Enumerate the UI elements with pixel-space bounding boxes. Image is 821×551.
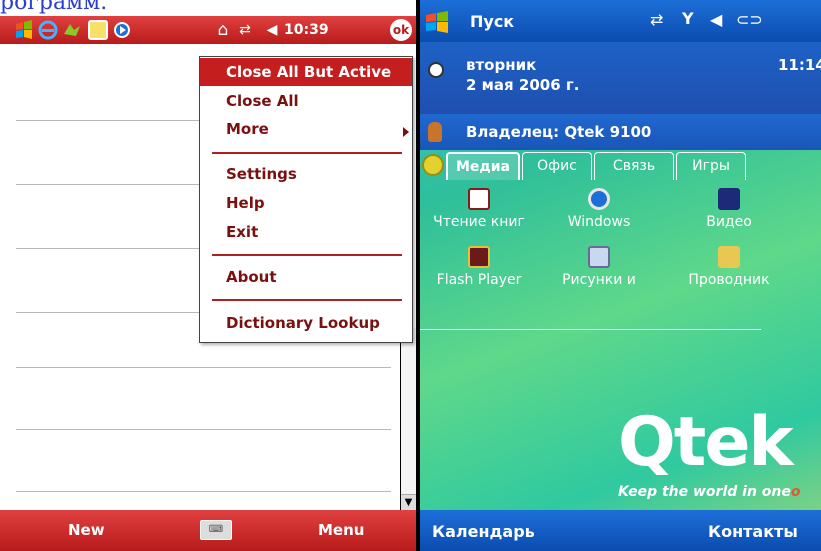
- ok-button[interactable]: ok: [390, 19, 412, 41]
- app-label: Windows: [567, 214, 631, 230]
- gear-icon: [422, 154, 444, 176]
- brand-slogan: Keep the world in oneo: [618, 484, 801, 500]
- notes-icon[interactable]: [88, 20, 108, 40]
- app-video[interactable]: Видео: [674, 188, 784, 230]
- app-label: Чтение книг: [433, 214, 525, 230]
- volume-icon[interactable]: ◀: [710, 10, 722, 29]
- owner-icon: [428, 122, 442, 142]
- program-tabs: Медиа Офис Связь Игры: [420, 150, 821, 330]
- note-line: [16, 429, 391, 430]
- vertical-scrollbar[interactable]: ▼: [400, 328, 416, 510]
- owner-row[interactable]: Владелец: Qtek 9100: [420, 114, 821, 150]
- keyboard-icon[interactable]: ⌨: [200, 520, 232, 540]
- explorer-folder-icon: [718, 246, 740, 268]
- battery-icon[interactable]: ⊂⊃: [736, 10, 763, 29]
- calendar-button[interactable]: Календарь: [432, 522, 535, 541]
- app-windows-media[interactable]: Windows: [544, 188, 654, 230]
- menu-separator: [212, 299, 402, 301]
- menu-item-close-all-but-active[interactable]: Close All But Active: [200, 58, 412, 86]
- app-explorer[interactable]: Проводник: [674, 246, 784, 288]
- app-label: Рисунки и: [562, 272, 636, 288]
- menu-separator: [212, 152, 402, 154]
- tab-media[interactable]: Медиа: [446, 152, 520, 180]
- app-pictures[interactable]: Рисунки и: [544, 246, 654, 288]
- right-softkey-bar: Календарь Контакты: [420, 510, 821, 551]
- left-status-bar: ⌂ ⇄ ◀ 10:39 ok: [0, 16, 416, 44]
- mail-icon[interactable]: [62, 20, 82, 40]
- menu-item-dictionary-lookup[interactable]: Dictionary Lookup: [226, 314, 380, 332]
- tab-office[interactable]: Офис: [522, 152, 592, 180]
- signal-icon[interactable]: Y: [682, 9, 694, 28]
- contacts-button[interactable]: Контакты: [708, 522, 798, 541]
- media-player-icon[interactable]: [112, 20, 132, 40]
- windows-media-icon: [588, 188, 610, 210]
- menu-button[interactable]: Menu: [318, 521, 364, 539]
- scroll-down-arrow-icon[interactable]: ▼: [401, 494, 416, 510]
- book-reader-icon: [468, 188, 490, 210]
- start-menu-label[interactable]: Пуск: [470, 12, 514, 31]
- menu-item-help[interactable]: Help: [226, 194, 265, 212]
- weekday-text: вторник: [466, 56, 537, 74]
- sync-icon[interactable]: ⇄: [650, 10, 663, 29]
- menu-item-about[interactable]: About: [226, 268, 277, 286]
- menu-item-settings[interactable]: Settings: [226, 165, 297, 183]
- status-time[interactable]: 10:39: [284, 22, 329, 38]
- app-label: Проводник: [688, 272, 770, 288]
- new-button[interactable]: New: [68, 521, 105, 539]
- date-text: 2 мая 2006 г.: [466, 76, 580, 94]
- tab-underline: [420, 329, 761, 330]
- menu-item-close-all[interactable]: Close All: [226, 92, 299, 110]
- note-line: [16, 367, 391, 368]
- home-icon[interactable]: ⌂: [213, 20, 233, 40]
- windows-start-icon[interactable]: [14, 20, 34, 40]
- app-flash-player[interactable]: Flash Player: [424, 246, 534, 288]
- page-caption: рограмм.: [0, 0, 108, 15]
- video-icon: [718, 188, 740, 210]
- today-date-row[interactable]: вторник 2 мая 2006 г. 11:14: [420, 42, 821, 114]
- owner-text: Владелец: Qtek 9100: [466, 123, 652, 141]
- clock-icon: [428, 62, 444, 78]
- app-label: Видео: [706, 214, 752, 230]
- internet-explorer-icon[interactable]: [38, 20, 58, 40]
- app-book-reader[interactable]: Чтение книг: [424, 188, 534, 230]
- menu-item-exit[interactable]: Exit: [226, 223, 258, 241]
- context-menu: Close All But Active Close All More Sett…: [199, 56, 413, 343]
- menu-separator: [212, 254, 402, 256]
- tab-communication[interactable]: Связь: [594, 152, 674, 180]
- submenu-arrow-icon: [403, 127, 409, 137]
- clock-time: 11:14: [778, 56, 821, 74]
- volume-icon[interactable]: ◀: [262, 20, 282, 40]
- menu-item-more[interactable]: More: [226, 120, 269, 138]
- qtek-logo: Qtek: [618, 403, 794, 482]
- right-status-bar: Пуск ⇄ Y ◀ ⊂⊃: [420, 0, 821, 42]
- left-device-screen: ⌂ ⇄ ◀ 10:39 ok ▼ Close All But Active Cl…: [0, 16, 416, 551]
- app-label: Flash Player: [436, 272, 522, 288]
- slogan-mark: o: [790, 484, 801, 500]
- flash-player-icon: [468, 246, 490, 268]
- slogan-text: Keep the world in one: [618, 484, 791, 500]
- left-softkey-bar: New ⌨ Menu: [0, 510, 416, 551]
- note-line: [16, 491, 391, 492]
- pictures-icon: [588, 246, 610, 268]
- right-device-screen: Пуск ⇄ Y ◀ ⊂⊃ вторник 2 мая 2006 г. 11:1…: [420, 0, 821, 551]
- sync-icon[interactable]: ⇄: [235, 20, 255, 40]
- tab-games[interactable]: Игры: [676, 152, 746, 180]
- windows-start-icon[interactable]: [424, 10, 450, 34]
